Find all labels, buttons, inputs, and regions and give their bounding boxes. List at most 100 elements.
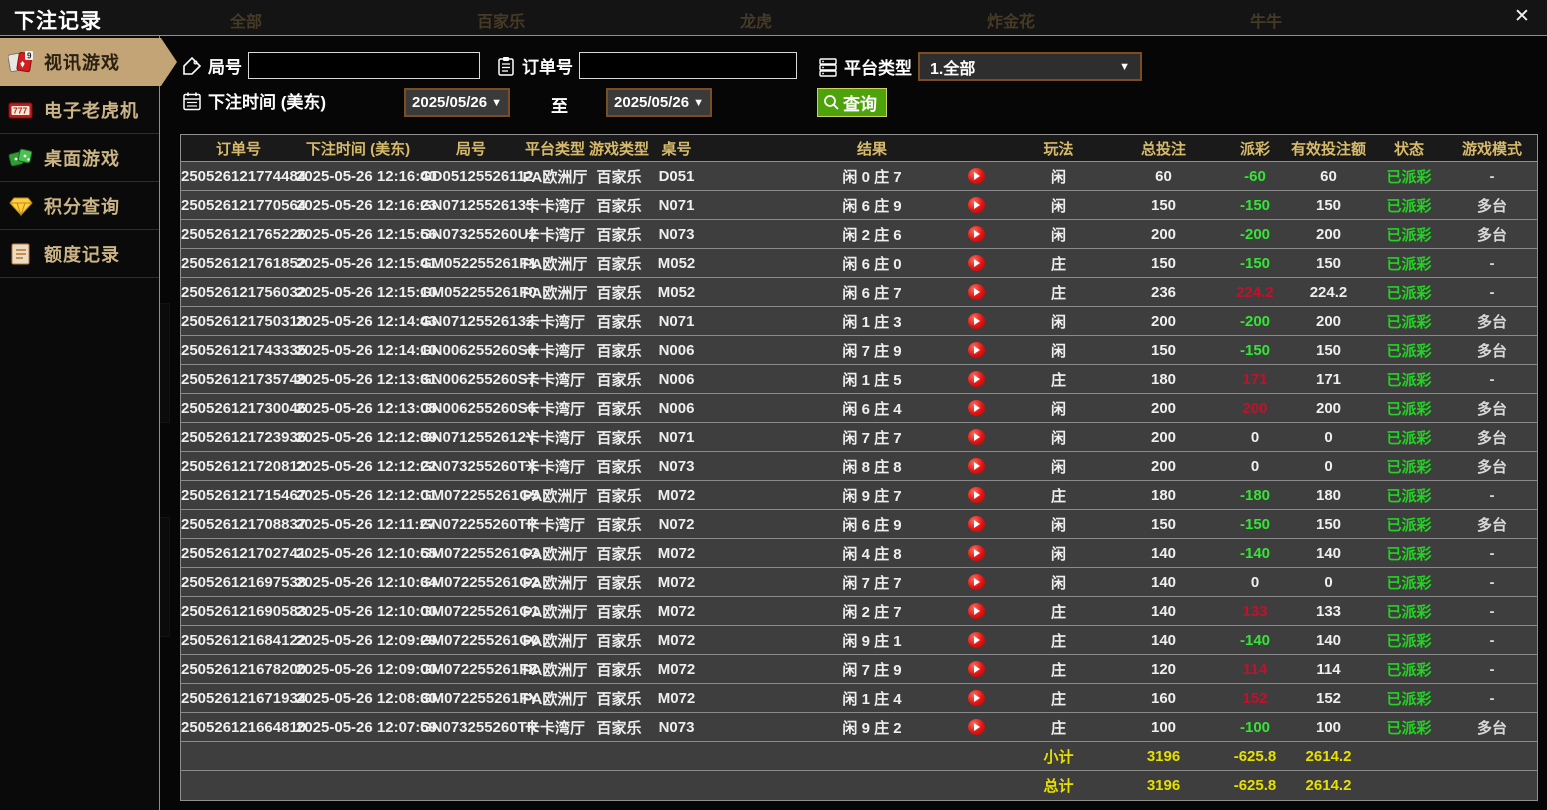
play-replay-icon[interactable] xyxy=(967,516,985,532)
play-replay-icon[interactable] xyxy=(967,400,985,416)
play-replay-icon[interactable] xyxy=(967,632,985,648)
cell-order-no: 250526121708837 xyxy=(181,515,307,533)
cell-game-type: 百家乐 xyxy=(596,661,642,679)
cell-result: 闲 6 庄 7 xyxy=(842,284,902,302)
sidebar-item-table-games[interactable]: 桌面游戏 xyxy=(0,134,159,182)
table-row[interactable]: 250526121702741 2025-05-26 12:10:55 GM07… xyxy=(181,539,1537,568)
sidebar-item-video-games[interactable]: 9 视讯游戏 xyxy=(0,38,177,86)
close-icon[interactable]: ✕ xyxy=(1509,4,1535,30)
play-replay-icon[interactable] xyxy=(967,226,985,242)
cell-bet-time: 2025-05-26 12:12:22 xyxy=(296,457,437,475)
play-replay-icon[interactable] xyxy=(967,603,985,619)
table-row[interactable]: 250526121730046 2025-05-26 12:13:05 GN00… xyxy=(181,394,1537,423)
table-row[interactable]: 250526121756032 2025-05-26 12:15:10 GM05… xyxy=(181,278,1537,307)
table-row[interactable]: 250526121720812 2025-05-26 12:12:22 GN07… xyxy=(181,452,1537,481)
col-header-order-no: 订单号 xyxy=(215,140,261,158)
cell-valid-bet: 150 xyxy=(1315,341,1342,359)
main-content: 局号 订单号 平台类型 1.全部 ▼ 下注时间 (美东) 2025/05/26 … xyxy=(160,36,1547,810)
sidebar-item-quota-records[interactable]: 额度记录 xyxy=(0,230,159,278)
table-row[interactable]: 250526121697538 2025-05-26 12:10:34 GM07… xyxy=(181,568,1537,597)
date-to-label: 至 xyxy=(551,97,568,116)
play-replay-icon[interactable] xyxy=(967,371,985,387)
table-row[interactable]: 250526121765226 2025-05-26 12:15:56 GN07… xyxy=(181,220,1537,249)
cell-order-no: 250526121664810 xyxy=(181,718,307,736)
table-row[interactable]: 250526121708837 2025-05-26 12:11:27 GN07… xyxy=(181,510,1537,539)
date-from-picker[interactable]: 2025/05/26 ▼ xyxy=(404,88,510,117)
cell-status: 已派彩 xyxy=(1386,429,1432,447)
cell-replay xyxy=(936,284,1016,300)
cell-bet-time: 2025-05-26 12:07:59 xyxy=(296,718,437,736)
play-replay-icon[interactable] xyxy=(967,719,985,735)
cell-total-bet: 150 xyxy=(1150,515,1177,533)
game-no-input[interactable] xyxy=(248,52,480,79)
table-row[interactable]: 250526121743335 2025-05-26 12:14:10 GN00… xyxy=(181,336,1537,365)
cell-game-mode: 多台 xyxy=(1476,197,1507,215)
play-replay-icon[interactable] xyxy=(967,197,985,213)
platform-list-icon xyxy=(819,57,837,77)
page-title: 下注记录 xyxy=(14,10,102,33)
cell-game-type: 百家乐 xyxy=(596,429,642,447)
play-replay-icon[interactable] xyxy=(967,661,985,677)
table-row[interactable]: 250526121770564 2025-05-26 12:16:23 GN07… xyxy=(181,191,1537,220)
play-replay-icon[interactable] xyxy=(967,284,985,300)
cell-bet-time: 2025-05-26 12:10:00 xyxy=(296,602,437,620)
sidebar-item-points-query[interactable]: 积分查询 xyxy=(0,182,159,230)
play-replay-icon[interactable] xyxy=(967,458,985,474)
play-replay-icon[interactable] xyxy=(967,255,985,271)
subtotal-payout: -625.8 xyxy=(1233,747,1277,765)
table-row[interactable]: 250526121671934 2025-05-26 12:08:30 GM07… xyxy=(181,684,1537,713)
table-row[interactable]: 250526121664810 2025-05-26 12:07:59 GN07… xyxy=(181,713,1537,742)
platform-type-select[interactable]: 1.全部 ▼ xyxy=(918,52,1142,81)
table-row[interactable]: 250526121761852 2025-05-26 12:15:41 GM05… xyxy=(181,249,1537,278)
play-replay-icon[interactable] xyxy=(967,313,985,329)
cell-table-no: M072 xyxy=(657,486,696,504)
sidebar-item-slots[interactable]: 777 电子老虎机 xyxy=(0,86,159,134)
table-row[interactable]: 250526121684122 2025-05-26 12:09:29 GM07… xyxy=(181,626,1537,655)
play-replay-icon[interactable] xyxy=(967,545,985,561)
cell-game-no: GN07125526132 xyxy=(420,312,535,330)
play-replay-icon[interactable] xyxy=(967,429,985,445)
cell-platform: 卡卡湾厅 xyxy=(524,719,585,737)
table-row[interactable]: 250526121735749 2025-05-26 12:13:31 GN00… xyxy=(181,365,1537,394)
cell-status: 已派彩 xyxy=(1386,255,1432,273)
table-row[interactable]: 250526121750318 2025-05-26 12:14:43 GN07… xyxy=(181,307,1537,336)
cell-platform: PA欧洲厅 xyxy=(522,255,588,273)
svg-text:9: 9 xyxy=(27,52,32,61)
play-replay-icon[interactable] xyxy=(967,487,985,503)
play-replay-icon[interactable] xyxy=(967,574,985,590)
cell-valid-bet: 114 xyxy=(1316,660,1341,678)
play-replay-icon[interactable] xyxy=(967,342,985,358)
cell-replay xyxy=(936,545,1016,561)
table-row[interactable]: 250526121690583 2025-05-26 12:10:00 GM07… xyxy=(181,597,1537,626)
cell-valid-bet: 152 xyxy=(1315,689,1342,707)
cell-platform: 卡卡湾厅 xyxy=(524,226,585,244)
cell-game-type: 百家乐 xyxy=(596,197,642,215)
order-no-input[interactable] xyxy=(579,52,797,79)
bet-time-filter: 下注时间 (美东) xyxy=(182,88,326,113)
clipboard-icon xyxy=(498,56,514,76)
cell-game-no: GN073255260TR xyxy=(420,718,538,736)
table-row[interactable]: 250526121723936 2025-05-26 12:12:39 GN07… xyxy=(181,423,1537,452)
cell-payout: 0 xyxy=(1250,457,1260,475)
chevron-down-icon: ▼ xyxy=(693,96,704,109)
cell-total-bet: 140 xyxy=(1150,631,1177,649)
cell-game-mode: - xyxy=(1489,486,1495,504)
cell-game-type: 百家乐 xyxy=(596,313,642,331)
cell-table-no: N071 xyxy=(658,428,695,446)
play-replay-icon[interactable] xyxy=(967,168,985,184)
cell-game-mode: - xyxy=(1489,370,1495,388)
cell-game-no: GM072255261G2 xyxy=(420,573,540,591)
cell-result: 闲 1 庄 4 xyxy=(842,690,902,708)
date-to-picker[interactable]: 2025/05/26 ▼ xyxy=(606,88,712,117)
search-button[interactable]: 查询 xyxy=(817,88,887,117)
table-row[interactable]: 250526121678200 2025-05-26 12:09:00 GM07… xyxy=(181,655,1537,684)
cell-game-mode: 多台 xyxy=(1476,342,1507,360)
cell-status: 已派彩 xyxy=(1386,313,1432,331)
table-row[interactable]: 250526121774484 2025-05-26 12:16:40 GD05… xyxy=(181,162,1537,191)
cell-replay xyxy=(936,342,1016,358)
col-header-bet-time: 下注时间 (美东) xyxy=(305,140,411,158)
play-replay-icon[interactable] xyxy=(967,690,985,706)
cell-game-no: GM072255261FY xyxy=(420,689,539,707)
cell-total-bet: 140 xyxy=(1150,573,1177,591)
table-row[interactable]: 250526121715467 2025-05-26 12:12:01 GM07… xyxy=(181,481,1537,510)
